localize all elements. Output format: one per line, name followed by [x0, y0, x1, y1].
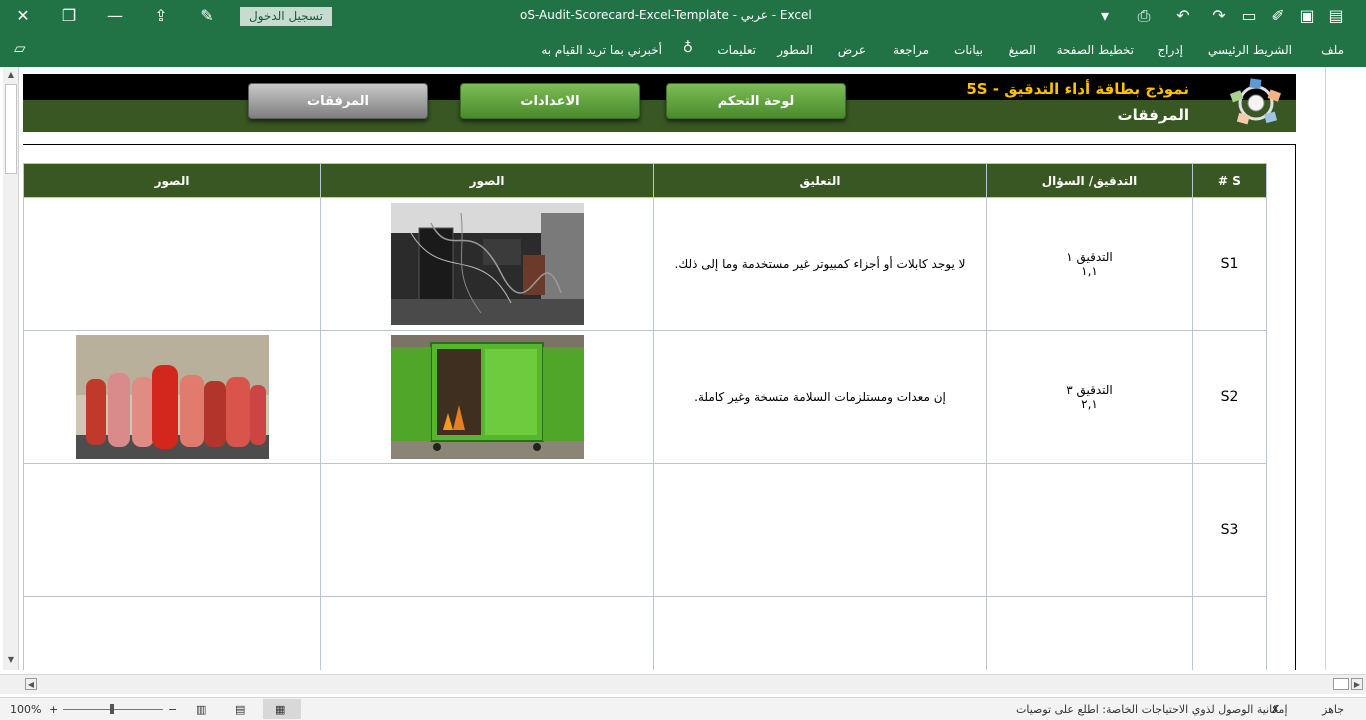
scroll-right-icon[interactable]: ▶: [1351, 678, 1363, 690]
horizontal-scrollbar[interactable]: ◀ ▶: [0, 674, 1366, 694]
page-break-view-icon[interactable]: ▥: [196, 703, 206, 716]
page-layout-view-icon[interactable]: ▤: [235, 703, 245, 716]
photo-computer-cables[interactable]: [390, 203, 584, 325]
tab-insert[interactable]: إدراج: [1157, 43, 1183, 57]
header-photos-1: الصور: [320, 163, 654, 198]
zoom-slider-thumb[interactable]: [110, 704, 114, 714]
minimize-icon[interactable]: —: [104, 5, 126, 27]
photo-cell-2[interactable]: [23, 197, 321, 331]
audit-cell[interactable]: [986, 463, 1193, 597]
scroll-thumb-horizontal[interactable]: [1333, 678, 1349, 690]
undo-icon[interactable]: ↶: [1172, 5, 1194, 27]
edit-icon[interactable]: ✐: [1267, 5, 1289, 27]
comment-cell[interactable]: [653, 596, 987, 670]
table-row: S3: [23, 463, 1267, 597]
audit-number: ٢,١: [1081, 397, 1098, 411]
comment-cell[interactable]: [653, 463, 987, 597]
comments-icon[interactable]: ▱: [14, 39, 26, 57]
s-number-cell[interactable]: S2: [1192, 330, 1267, 464]
accessibility-status[interactable]: إمكانية الوصول لذوي الاحتياجات الخاصة: ا…: [1016, 703, 1288, 716]
table-header-row: الصور الصور التعليق التدقيق/ السؤال S #: [23, 163, 1267, 198]
audit-cell[interactable]: التدقيق ٣ ٢,١: [986, 330, 1193, 464]
close-icon[interactable]: ✕: [12, 5, 34, 27]
photo-safety-cabinet[interactable]: [390, 335, 584, 459]
print-preview-icon[interactable]: ⎙: [1133, 5, 1155, 27]
header-banner: نموذج بطاقة أداء التدقيق - 5S المرفقات: [23, 74, 1296, 132]
open-folder-icon[interactable]: ▭: [1238, 5, 1260, 27]
scroll-down-icon[interactable]: ▼: [5, 654, 17, 666]
zoom-out-icon[interactable]: −: [168, 703, 177, 716]
window-title: oS-Audit-Scorecard-Excel-Template - عربي…: [520, 8, 812, 22]
tab-file[interactable]: ملف: [1321, 43, 1344, 57]
table-row: إن معدات ومستلزمات السلامة متسخة وغير كا…: [23, 330, 1267, 464]
status-bar: 100% + − ▥ ▤ ▦ إمكانية الوصول لذوي الاحت…: [0, 697, 1366, 720]
audit-cell[interactable]: [986, 596, 1193, 670]
normal-view-icon[interactable]: ▦: [275, 703, 285, 716]
attachments-button[interactable]: المرفقات: [248, 83, 428, 119]
sheet-right-margin: [1325, 67, 1366, 670]
table-row: S4: [23, 596, 1267, 670]
lightbulb-icon[interactable]: ♁: [683, 40, 693, 56]
audit-label: التدقيق ١: [1066, 250, 1113, 264]
scroll-left-icon[interactable]: ◀: [25, 678, 37, 690]
ready-status: جاهز: [1322, 703, 1345, 716]
header-comment: التعليق: [653, 163, 987, 198]
photo-cell-2[interactable]: [23, 596, 321, 670]
tab-home[interactable]: الشريط الرئيسي: [1208, 43, 1292, 57]
tab-page-layout[interactable]: تخطيط الصفحة: [1057, 43, 1134, 57]
accessibility-icon[interactable]: ✗: [1271, 703, 1280, 716]
tab-view[interactable]: عرض: [838, 43, 866, 57]
table-row: لا يوجد كابلات أو أجزاء كمبيوتر غير مستخ…: [23, 197, 1267, 331]
zoom-in-icon[interactable]: +: [49, 703, 58, 716]
photo-cell-1[interactable]: [320, 330, 654, 464]
settings-button[interactable]: الاعدادات: [460, 83, 640, 119]
s-number-cell[interactable]: S3: [1192, 463, 1267, 597]
customize-toolbar-icon[interactable]: ▾: [1094, 5, 1116, 27]
s-number-cell[interactable]: S1: [1192, 197, 1267, 331]
tab-help[interactable]: تعليمات: [717, 43, 756, 57]
photo-cell-1[interactable]: [320, 596, 654, 670]
comment-cell[interactable]: لا يوجد كابلات أو أجزاء كمبيوتر غير مستخ…: [653, 197, 987, 331]
s-number-cell[interactable]: S4: [1192, 596, 1267, 670]
ribbon-tabs: ملف الشريط الرئيسي إدراج تخطيط الصفحة ال…: [0, 33, 1366, 67]
scroll-thumb[interactable]: [5, 84, 17, 174]
audit-number: ١,١: [1081, 264, 1098, 278]
save-icon[interactable]: ▣: [1296, 5, 1318, 27]
restore-icon[interactable]: ❐: [58, 5, 80, 27]
header-s-number: S #: [1192, 163, 1267, 198]
five-s-logo-icon: [1229, 78, 1282, 125]
tab-data[interactable]: بيانات: [954, 43, 983, 57]
header-photos-2: الصور: [23, 163, 321, 198]
photo-cell-1[interactable]: [320, 463, 654, 597]
banner-title: نموذج بطاقة أداء التدقيق - 5S: [966, 80, 1189, 98]
comment-cell[interactable]: إن معدات ومستلزمات السلامة متسخة وغير كا…: [653, 330, 987, 464]
photo-cell-1[interactable]: [320, 197, 654, 331]
tab-developer[interactable]: المطور: [777, 43, 813, 57]
audit-cell[interactable]: التدقيق ١ ١,١: [986, 197, 1193, 331]
photo-fire-extinguishers[interactable]: [75, 335, 269, 459]
pen-icon[interactable]: ✎: [196, 5, 218, 27]
zoom-level[interactable]: 100%: [10, 703, 41, 716]
sign-in-button[interactable]: تسجيل الدخول: [240, 7, 332, 26]
redo-icon[interactable]: ↷: [1208, 5, 1230, 27]
header-audit-question: التدقيق/ السؤال: [986, 163, 1193, 198]
dashboard-button[interactable]: لوحة التحكم: [666, 83, 846, 119]
attachments-table-area: الصور الصور التعليق التدقيق/ السؤال S #: [23, 144, 1296, 670]
tell-me-box[interactable]: أخبرني بما تريد القيام به: [541, 43, 662, 57]
banner-subtitle: المرفقات: [1117, 106, 1189, 124]
scroll-up-icon[interactable]: ▲: [5, 69, 17, 81]
photo-cell-2[interactable]: [23, 330, 321, 464]
ribbon-display-options-icon[interactable]: ⇪: [150, 5, 172, 27]
vertical-scrollbar[interactable]: ▲ ▼: [3, 67, 19, 670]
audit-label: التدقيق ٣: [1066, 383, 1113, 397]
photo-cell-2[interactable]: [23, 463, 321, 597]
attachments-table: الصور الصور التعليق التدقيق/ السؤال S #: [23, 163, 1267, 670]
banner-green-band: [23, 100, 1296, 132]
tab-formulas[interactable]: الصيغ: [1009, 43, 1036, 57]
autosave-icon[interactable]: ▤: [1325, 5, 1347, 27]
tab-review[interactable]: مراجعة: [893, 43, 929, 57]
title-bar: ✕ ❐ — ⇪ ✎ تسجيل الدخول oS-Audit-Scorecar…: [0, 0, 1366, 33]
